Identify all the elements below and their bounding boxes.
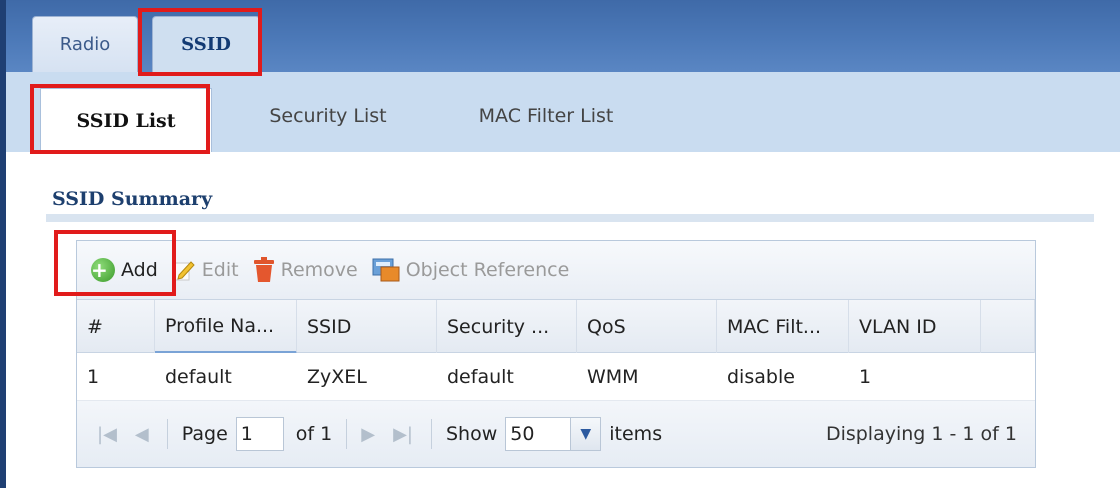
table-header: # Profile Na... SSID Security ... QoS MA… bbox=[77, 299, 1035, 354]
previous-page-icon[interactable]: ◀ bbox=[135, 424, 149, 445]
cell-vlan-id: 1 bbox=[859, 366, 872, 388]
column-header-profile-name[interactable]: Profile Na... bbox=[155, 300, 297, 354]
items-label: items bbox=[609, 423, 663, 445]
pager-separator bbox=[166, 419, 168, 449]
remove-label: Remove bbox=[280, 259, 358, 281]
subtab-security-list[interactable]: Security List bbox=[238, 90, 418, 142]
cell-security: default bbox=[447, 366, 514, 388]
first-page-icon[interactable]: |◀ bbox=[97, 424, 117, 445]
add-icon: + bbox=[91, 258, 115, 282]
subtab-mac-filter-list[interactable]: MAC Filter List bbox=[446, 90, 646, 142]
column-header-mac-filter[interactable]: MAC Filt... bbox=[717, 300, 849, 354]
content-area: SSID Summary + Add Edit Remove Object Re… bbox=[0, 152, 1120, 488]
show-label: Show bbox=[445, 423, 498, 445]
pager-separator bbox=[346, 419, 348, 449]
column-header-ssid[interactable]: SSID bbox=[297, 300, 437, 354]
page-number-input[interactable]: 1 bbox=[235, 417, 284, 451]
cell-qos: WMM bbox=[587, 366, 639, 388]
page-label: Page bbox=[181, 423, 228, 445]
pagination-bar: |◀ ◀ Page 1 of 1 ▶ ▶| Show 50 ▼ items Di… bbox=[77, 401, 1035, 467]
top-tab-bar: Radio SSID bbox=[0, 0, 1120, 72]
object-reference-label: Object Reference bbox=[405, 259, 570, 281]
column-header-filler bbox=[981, 300, 1035, 354]
last-page-icon[interactable]: ▶| bbox=[393, 424, 413, 445]
object-reference-button[interactable]: Object Reference bbox=[372, 258, 570, 282]
cell-mac-filter: disable bbox=[727, 366, 795, 388]
add-button[interactable]: + Add bbox=[91, 258, 158, 282]
tab-ssid[interactable]: SSID bbox=[152, 16, 260, 72]
sub-tab-bar: SSID List Security List MAC Filter List bbox=[0, 72, 1120, 152]
cell-index: 1 bbox=[87, 366, 100, 388]
column-header-index[interactable]: # bbox=[77, 300, 155, 354]
next-page-icon[interactable]: ▶ bbox=[361, 424, 375, 445]
toolbar: + Add Edit Remove Object Reference bbox=[77, 241, 1035, 299]
pager-separator bbox=[430, 419, 432, 449]
remove-button[interactable]: Remove bbox=[253, 257, 358, 283]
page-size-select[interactable]: 50 ▼ bbox=[505, 417, 602, 451]
object-reference-icon bbox=[372, 258, 400, 282]
trash-icon bbox=[253, 257, 275, 283]
edit-icon bbox=[172, 258, 196, 282]
column-header-vlan-id[interactable]: VLAN ID bbox=[849, 300, 981, 354]
column-header-security[interactable]: Security ... bbox=[437, 300, 577, 354]
page-total-label: of 1 bbox=[295, 423, 333, 445]
page-size-value: 50 bbox=[510, 423, 535, 445]
cell-ssid: ZyXEL bbox=[307, 366, 367, 388]
edit-button[interactable]: Edit bbox=[172, 258, 239, 282]
add-label: Add bbox=[121, 259, 158, 281]
cell-profile-name: default bbox=[165, 366, 232, 388]
section-divider bbox=[46, 214, 1094, 222]
edit-label: Edit bbox=[201, 259, 239, 281]
section-title: SSID Summary bbox=[52, 188, 213, 210]
ssid-grid: + Add Edit Remove Object Reference # Pro… bbox=[76, 240, 1036, 468]
column-header-qos[interactable]: QoS bbox=[577, 300, 717, 354]
table-row[interactable]: 1 default ZyXEL default WMM disable 1 bbox=[77, 353, 1035, 401]
subtab-ssid-list[interactable]: SSID List bbox=[40, 88, 212, 152]
tab-radio[interactable]: Radio bbox=[32, 16, 138, 72]
chevron-down-icon[interactable]: ▼ bbox=[570, 418, 601, 450]
display-count: Displaying 1 - 1 of 1 bbox=[825, 423, 1017, 445]
